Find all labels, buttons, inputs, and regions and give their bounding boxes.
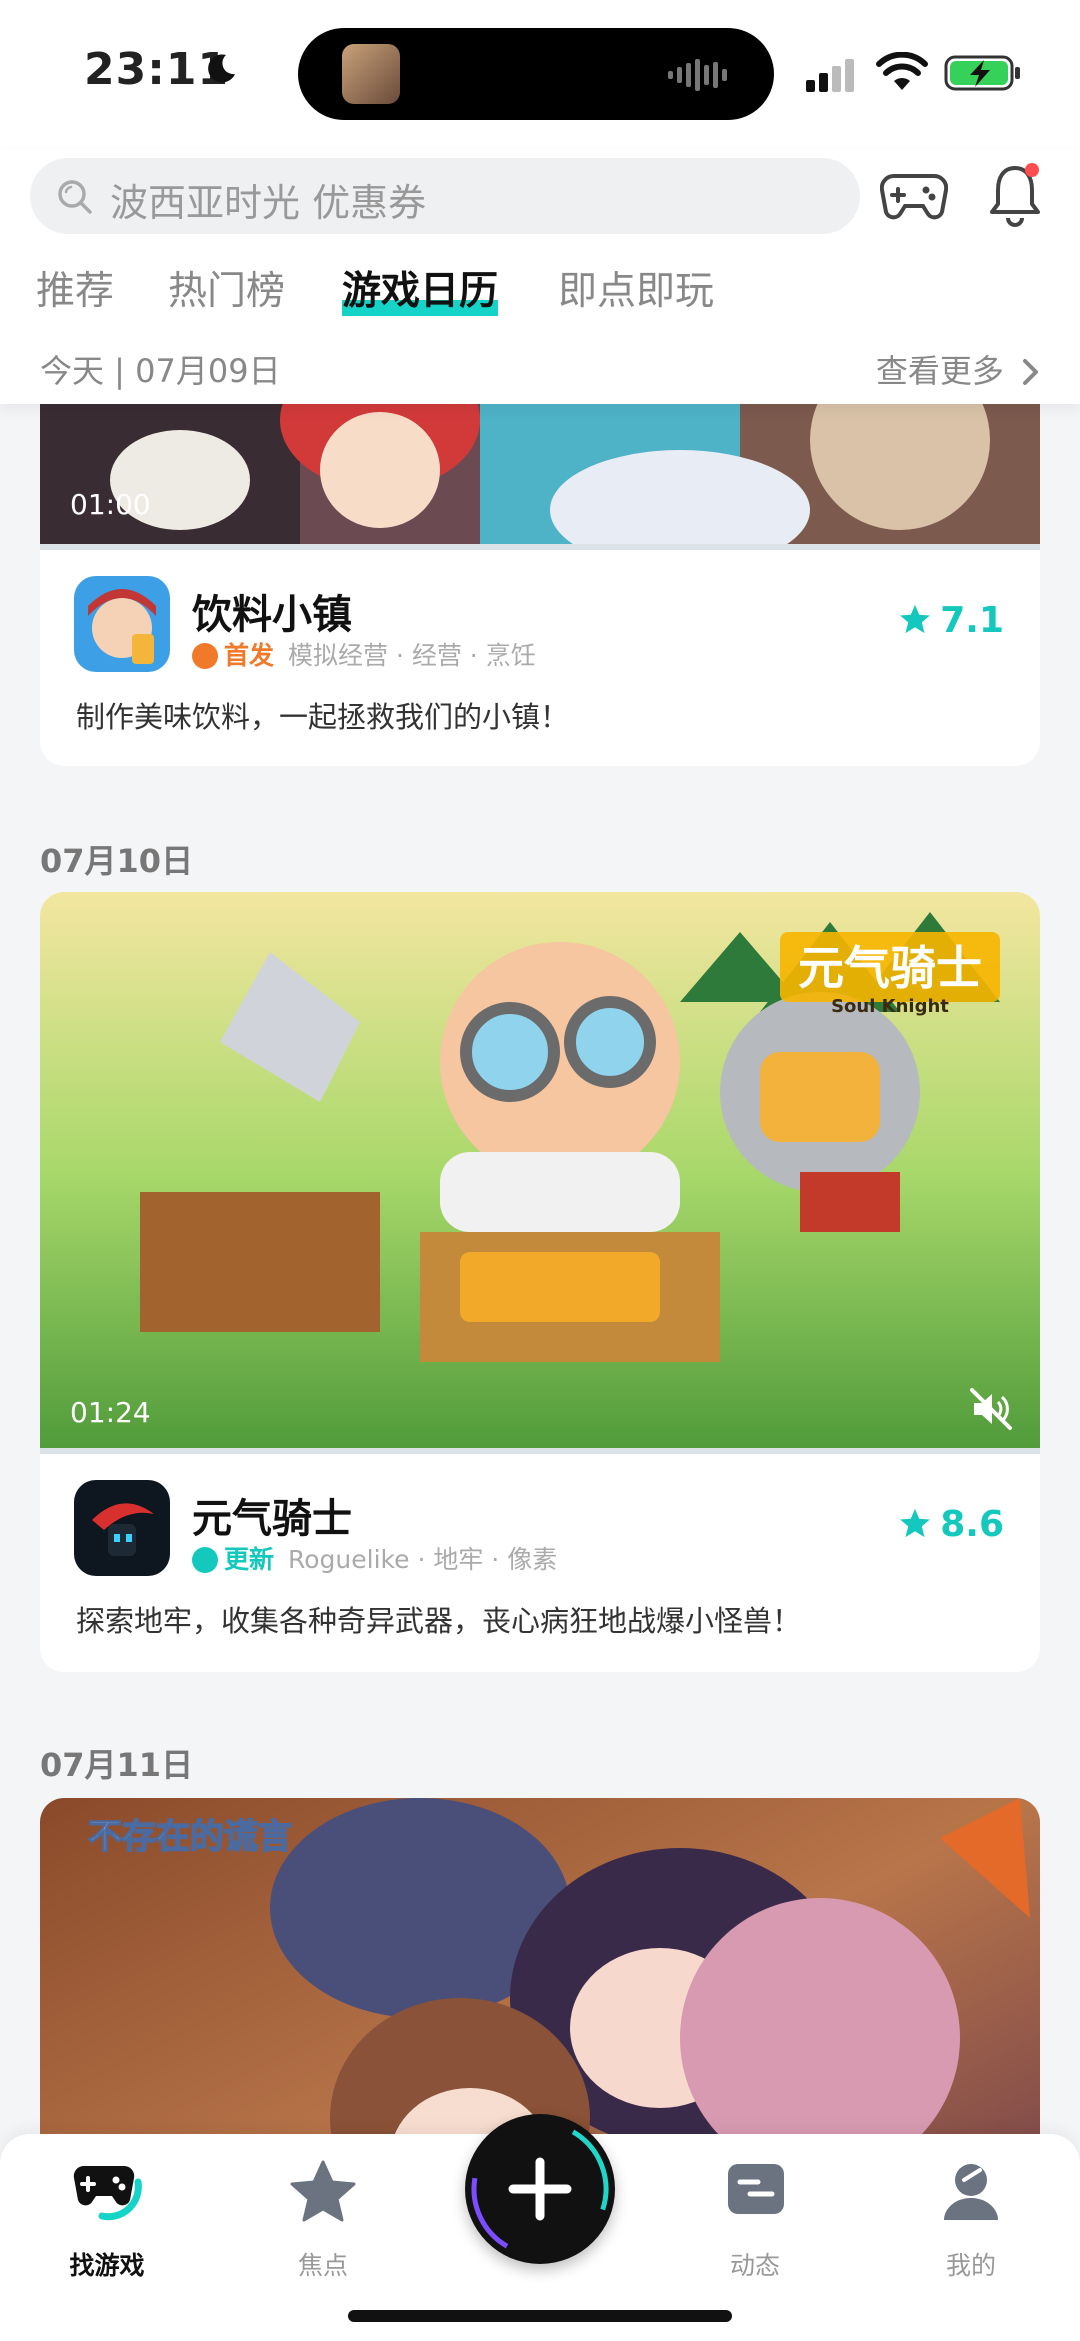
search-placeholder: 波西亚时光 优惠券 [110,181,427,225]
tab-game-calendar[interactable]: 游戏日历 [342,260,499,316]
audio-wave-icon [668,59,727,91]
star-icon [900,604,931,634]
app-description: 探索地牢，收集各种奇异武器，丧心病狂地战爆小怪兽！ [76,1604,802,1638]
star-icon [900,1508,931,1538]
app-rating: 7.1 [898,600,1004,641]
game-card[interactable]: 01:00 饮料小镇 首发 模拟经营 · 经营 · 烹饪 7.1 制作美味饮料，一… [40,360,1040,766]
update-icon [192,1547,218,1573]
star-icon [290,2160,356,2222]
moon-icon [208,54,235,83]
game-video-banner[interactable]: 元气骑士 Soul Knight 01:24 [40,892,1040,1454]
app-badge: 更新 [224,1545,275,1574]
app-genres: Roguelike · 地牢 · 像素 [288,1545,558,1574]
tab-instant-play[interactable]: 即点即玩 [558,260,714,316]
top-header: 波西亚时光 优惠券 推荐 热门榜 游戏日历 即点即玩 今天 | 07月09日 查… [0,150,1080,404]
app-name: 元气骑士 [192,1496,352,1542]
nav-label: 动态 [729,2251,780,2280]
app-name: 饮料小镇 [192,592,352,638]
nav-profile[interactable]: 我的 [896,2150,1046,2280]
nav-label: 焦点 [297,2251,348,2280]
app-tags: 首发 模拟经营 · 经营 · 烹饪 [192,636,536,672]
tab-recommend[interactable]: 推荐 [36,260,114,316]
video-duration: 01:24 [70,1396,151,1429]
mute-icon[interactable] [968,1386,1014,1432]
plus-icon [471,2120,609,2258]
nav-focus[interactable]: 焦点 [248,2150,398,2280]
calendar-date-heading: 07月11日 [40,1746,194,1784]
search-bar[interactable]: 波西亚时光 优惠券 [30,158,860,234]
app-icon [74,576,170,672]
gamepad-icon[interactable] [880,164,948,226]
create-post-button[interactable] [465,2114,615,2264]
cellular-signal-icon [806,59,854,92]
see-more-link[interactable]: 查看更多 [876,346,1042,392]
banner-subtitle: Soul Knight [831,996,949,1017]
banner-title: 不存在的谎言 [88,1817,292,1857]
tab-game-calendar-label: 游戏日历 [342,269,499,314]
now-playing-avatar [342,44,400,104]
nav-label: 找游戏 [69,2251,145,2280]
calendar-date-heading: 07月10日 [40,842,194,880]
profile-icon [944,2164,998,2220]
message-icon [728,2164,784,2214]
tab-hot-rank[interactable]: 热门榜 [168,260,285,316]
wifi-icon [876,52,928,90]
app-rating: 8.6 [898,1504,1004,1545]
screen: 23:11 波西亚时光 优惠券 推荐 热门榜 游戏日历 即点即玩 今天 | 07… [0,0,1080,2341]
gamepad-icon [73,2165,142,2221]
search-icon [58,180,92,214]
app-icon [74,1480,170,1576]
status-bar: 23:11 [0,0,1080,150]
game-card[interactable]: 元气骑士 Soul Knight 01:24 元气骑士 更新 Roguelike … [40,892,1040,1672]
app-badge: 首发 [224,641,275,670]
chevron-right-icon [1023,359,1038,385]
app-description: 制作美味饮料，一起拯救我们的小镇！ [76,700,570,734]
dynamic-island [298,28,774,120]
banner-title: 元气骑士 [798,941,982,995]
home-indicator [348,2310,732,2322]
see-more-label: 查看更多 [875,352,1004,390]
banner-illustration: 元气骑士 Soul Knight [40,892,1040,1454]
video-duration: 01:00 [70,488,151,521]
app-tags: 更新 Roguelike · 地牢 · 像素 [192,1540,557,1576]
battery-charging-icon [944,55,1020,91]
rating-value: 7.1 [940,600,1004,641]
nav-find-games[interactable]: 找游戏 [32,2150,182,2280]
notification-bell-icon[interactable] [986,160,1044,228]
nav-label: 我的 [945,2251,996,2280]
app-genres: 模拟经营 · 经营 · 烹饪 [288,641,536,670]
rating-value: 8.6 [940,1504,1004,1545]
nav-feed[interactable]: 动态 [680,2150,830,2280]
today-date-label: 今天 | 07月09日 [40,352,281,390]
first-release-icon [192,643,218,669]
